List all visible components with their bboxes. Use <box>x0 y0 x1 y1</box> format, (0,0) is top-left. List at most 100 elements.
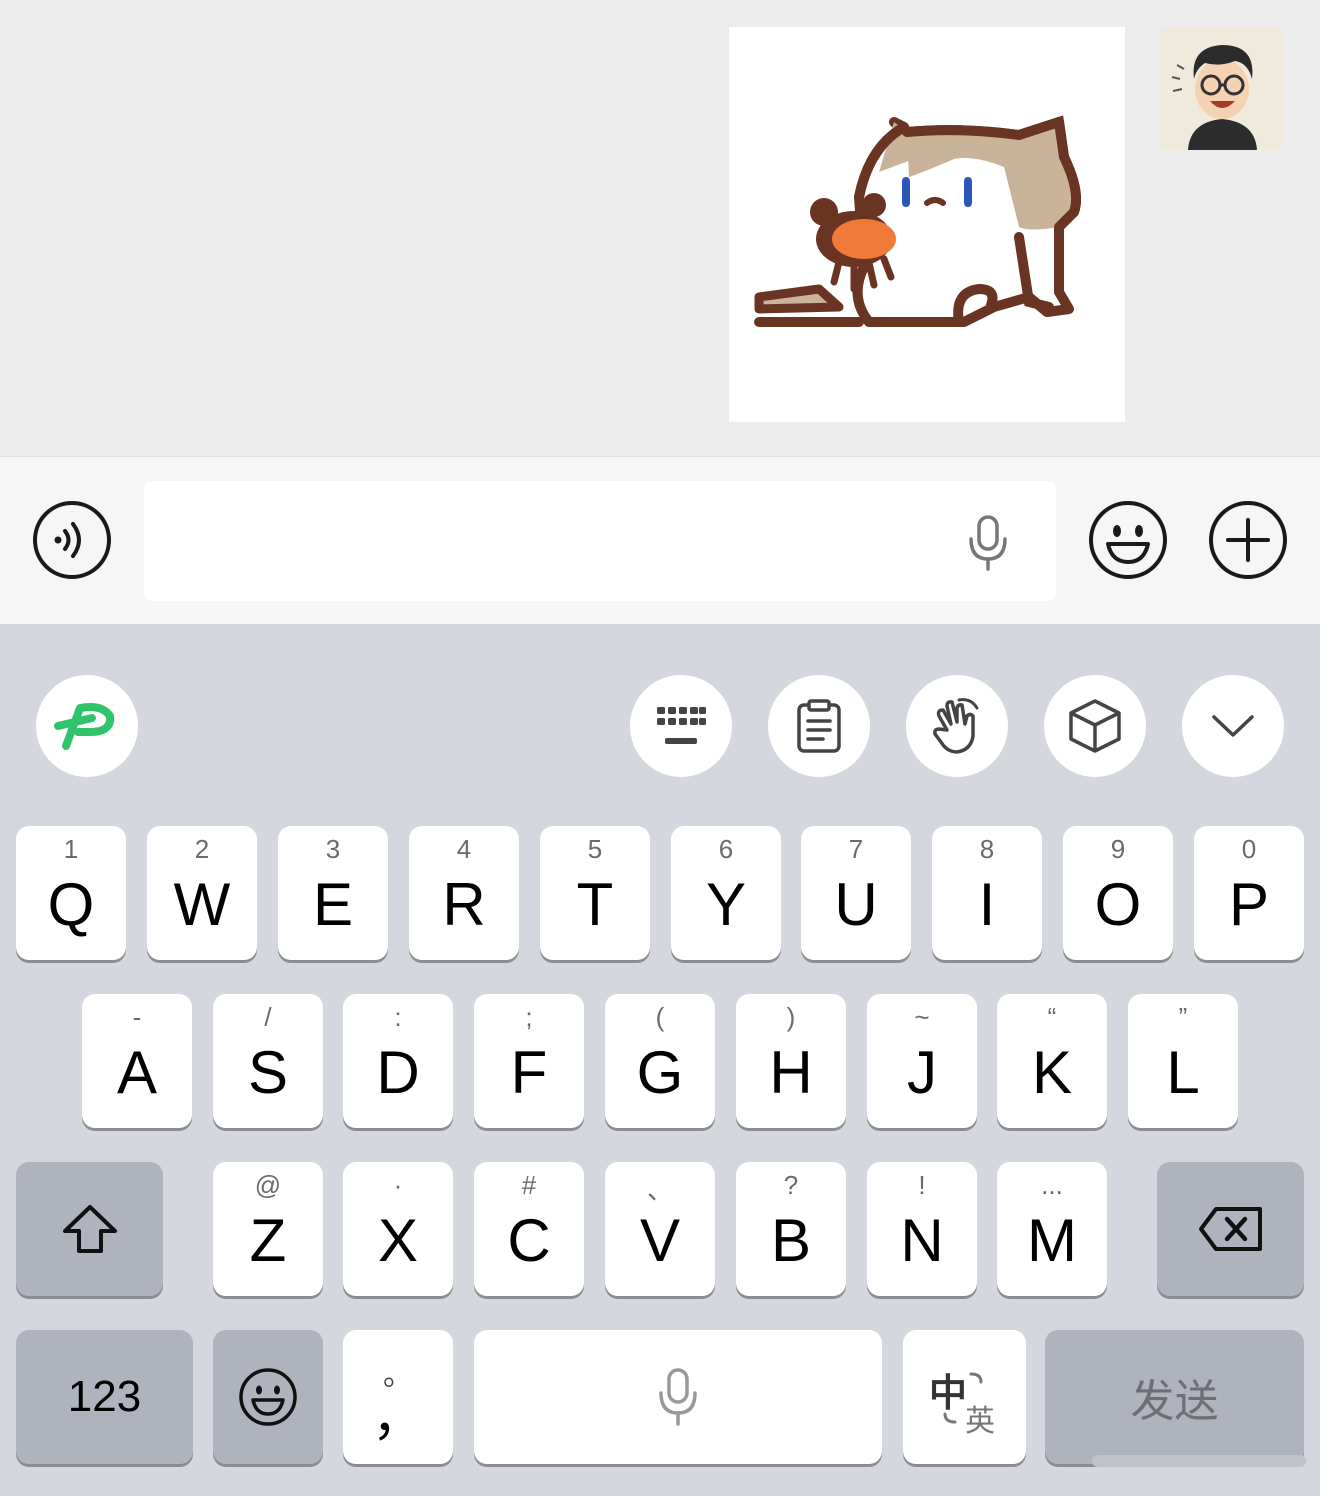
microphone-icon[interactable] <box>966 515 1010 571</box>
key-label: L <box>1166 1038 1200 1106</box>
key-hint: 9 <box>1110 834 1126 864</box>
3d-cube-button[interactable] <box>1044 675 1146 777</box>
key-hint: ) <box>786 1002 796 1032</box>
hand-gesture-icon <box>933 698 979 754</box>
key-label: K <box>1031 1038 1073 1106</box>
send-key[interactable]: 发送 <box>1045 1330 1304 1464</box>
key-r[interactable]: 4R <box>409 826 519 960</box>
more-actions-button[interactable] <box>1208 500 1288 580</box>
key-m[interactable]: ... M <box>997 1162 1107 1296</box>
key-g[interactable]: (G <box>605 994 715 1128</box>
key-k[interactable]: “K <box>997 994 1107 1128</box>
key-q[interactable]: 1Q <box>16 826 126 960</box>
key-label: Q <box>47 870 95 938</box>
emoji-key[interactable] <box>213 1330 323 1464</box>
key-j[interactable]: ~ J <box>867 994 977 1128</box>
key-hint: / <box>264 1002 272 1032</box>
key-label: H <box>769 1038 813 1106</box>
key-hint: ~ <box>914 1002 930 1032</box>
clipboard-button[interactable] <box>768 675 870 777</box>
key-hint: 7 <box>848 834 864 864</box>
key-label: M <box>1027 1206 1077 1274</box>
numbers-key-label: 123 <box>67 1372 142 1421</box>
key-f[interactable]: ; F <box>474 994 584 1128</box>
key-label: J <box>907 1038 937 1106</box>
key-b[interactable]: ? B <box>736 1162 846 1296</box>
space-key[interactable] <box>474 1330 882 1464</box>
key-u[interactable]: 7U <box>801 826 911 960</box>
key-label: R <box>442 870 486 938</box>
smiley-icon <box>239 1368 297 1426</box>
key-hint: ” <box>1178 1002 1188 1032</box>
punctuation-key[interactable]: 。 ， <box>343 1330 453 1464</box>
key-hint: 3 <box>325 834 341 864</box>
input-method-logo-icon <box>54 703 115 750</box>
key-label: O <box>1094 870 1142 938</box>
key-e[interactable]: 3E <box>278 826 388 960</box>
key-hint: - <box>132 1002 142 1032</box>
key-v[interactable]: 、 V <box>605 1162 715 1296</box>
language-switch-key[interactable]: 中 英 <box>903 1330 1026 1464</box>
key-c[interactable]: # C <box>474 1162 584 1296</box>
numbers-key[interactable]: 123 <box>16 1330 193 1464</box>
key-t[interactable]: 5T <box>540 826 650 960</box>
key-label: T <box>576 870 614 938</box>
keyboard-layout-button[interactable] <box>630 675 732 777</box>
chevron-down-icon <box>1212 715 1254 737</box>
key-label: X <box>377 1206 419 1274</box>
collapse-keyboard-button[interactable] <box>1182 675 1284 777</box>
voice-wave-icon <box>33 501 111 579</box>
key-hint: 。 <box>383 1359 413 1392</box>
key-x[interactable]: · X <box>343 1162 453 1296</box>
key-hint: ... <box>1041 1170 1063 1200</box>
key-hint: 、 <box>646 1175 673 1205</box>
key-hint: 2 <box>194 834 210 864</box>
key-s[interactable]: / S <box>213 994 323 1128</box>
key-hint: ? <box>783 1170 799 1200</box>
avatar[interactable] <box>1160 27 1283 150</box>
key-y[interactable]: 6Y <box>671 826 781 960</box>
key-hint: “ <box>1047 1002 1057 1032</box>
microphone-icon <box>659 1368 697 1426</box>
key-hint: 0 <box>1241 834 1257 864</box>
cat-sticker-icon <box>754 115 1081 327</box>
shift-key[interactable] <box>16 1162 163 1296</box>
key-o[interactable]: 9O <box>1063 826 1173 960</box>
key-hint: · <box>393 1170 403 1200</box>
key-i[interactable]: 8I <box>932 826 1042 960</box>
sticker-message[interactable] <box>729 27 1125 422</box>
cartoon-man-avatar-icon <box>1160 27 1283 150</box>
plus-circle-icon <box>1209 501 1287 579</box>
key-w[interactable]: 2W <box>147 826 257 960</box>
message-text-field[interactable] <box>144 481 1056 601</box>
gesture-button[interactable] <box>906 675 1008 777</box>
key-hint: @ <box>254 1170 282 1200</box>
key-hint: 8 <box>979 834 995 864</box>
keyboard: 1Q 2W 3E 4R 5T 6Y 7U 8I 9O 0P -A / S :D ;… <box>0 624 1320 1496</box>
key-hint: 1 <box>63 834 79 864</box>
backspace-key[interactable] <box>1157 1162 1304 1296</box>
chat-area <box>0 0 1320 456</box>
clipboard-icon <box>797 699 841 753</box>
emoji-button[interactable] <box>1088 500 1168 580</box>
key-hint: 4 <box>456 834 472 864</box>
input-method-logo-button[interactable] <box>36 675 138 777</box>
key-hint: ! <box>918 1170 926 1200</box>
key-l[interactable]: ” L <box>1128 994 1238 1128</box>
key-label: N <box>900 1206 944 1274</box>
key-a[interactable]: -A <box>82 994 192 1128</box>
key-label: P <box>1228 870 1270 938</box>
key-label: D <box>376 1038 420 1106</box>
key-n[interactable]: ! N <box>867 1162 977 1296</box>
key-d[interactable]: :D <box>343 994 453 1128</box>
key-label: U <box>834 870 878 938</box>
voice-toggle-button[interactable] <box>32 500 112 580</box>
key-p[interactable]: 0P <box>1194 826 1304 960</box>
keyboard-layout-icon <box>657 707 706 744</box>
key-hint: # <box>521 1170 537 1200</box>
key-h[interactable]: ) H <box>736 994 846 1128</box>
key-hint: : <box>394 1002 402 1032</box>
key-label: W <box>173 870 231 938</box>
switch-arrows-icon <box>943 1372 983 1424</box>
key-z[interactable]: @ Z <box>213 1162 323 1296</box>
